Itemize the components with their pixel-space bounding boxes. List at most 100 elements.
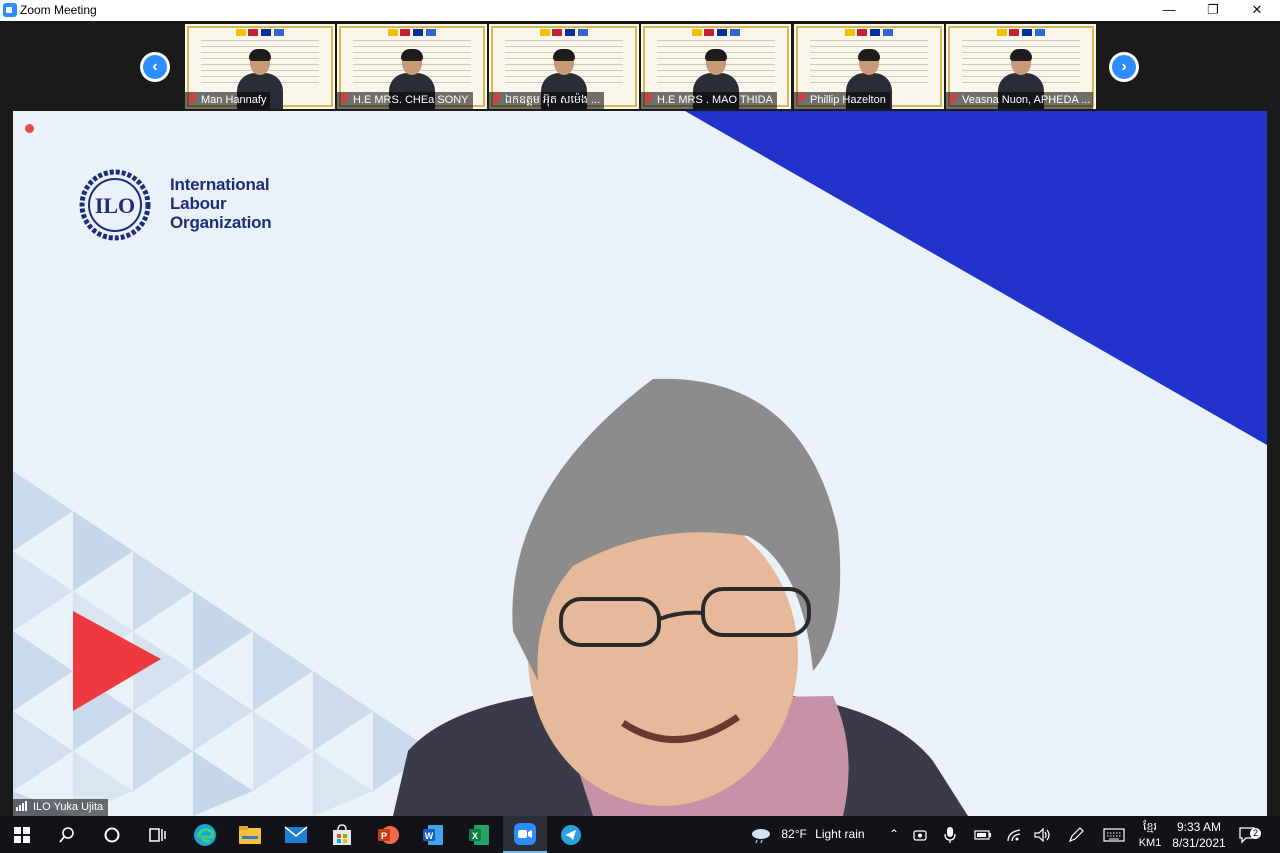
zoom-taskbar-button[interactable] [503, 816, 547, 853]
excel-button[interactable]: X [457, 816, 501, 853]
telegram-icon [561, 824, 581, 845]
participant-name-label: H.E MRS . MAO THIDA [641, 92, 777, 109]
volume-button[interactable] [1034, 816, 1054, 853]
participant-name-label: Man Hannafy [185, 92, 271, 109]
task-view-icon [149, 827, 166, 842]
file-explorer-icon [239, 825, 261, 844]
participant-name: Phillip Hazelton [810, 94, 886, 106]
camera-icon [913, 830, 927, 841]
keyboard-icon [1103, 828, 1125, 842]
battery-button[interactable] [974, 816, 996, 853]
battery-icon [974, 830, 991, 840]
close-button[interactable]: ✕ [1234, 0, 1280, 21]
mail-button[interactable] [274, 816, 318, 853]
signal-strength-icon [16, 801, 29, 811]
flags-icon [997, 29, 1045, 36]
speaker-name-label: ILO Yuka Ujita [13, 799, 109, 816]
participant-name: Veasna Nuon, APHEDA ... [962, 94, 1091, 106]
participant-tile[interactable]: Man Hannafy [185, 24, 335, 109]
flags-icon [236, 29, 284, 36]
cloud-rain-icon [752, 828, 770, 844]
participant-tile[interactable]: H.E MRS. CHEa SONY [337, 24, 487, 109]
search-button[interactable] [45, 816, 89, 853]
participant-name: Man Hannafy [201, 94, 267, 106]
clock-time: 9:33 AM [1176, 820, 1222, 834]
file-explorer-button[interactable] [228, 816, 272, 853]
participant-tile[interactable]: ឯកឧត្តម អ៊ុត សម៉េង ... [489, 24, 639, 109]
participant-name-label: ឯកឧត្តម អ៊ុត សម៉េង ... [489, 92, 605, 109]
flags-icon [388, 29, 436, 36]
mic-muted-icon [188, 93, 197, 104]
participant-name: ឯកឧត្តម អ៊ុត សម៉េង ... [505, 94, 601, 106]
chevron-up-icon: ⌃ [888, 827, 900, 841]
mic-muted-icon [492, 93, 501, 104]
microphone-button[interactable] [944, 816, 964, 853]
speaker-name: ILO Yuka Ujita [33, 801, 104, 813]
cortana-icon [104, 827, 120, 842]
participant-tile[interactable]: Phillip Hazelton [794, 24, 944, 109]
participant-name: H.E MRS. CHEa SONY [353, 94, 469, 106]
participant-name-label: H.E MRS. CHEa SONY [337, 92, 473, 109]
participant-tile[interactable]: H.E MRS . MAO THIDA [641, 24, 791, 109]
word-icon: W [423, 824, 443, 845]
clock[interactable]: 9:33 AM 8/31/2021 [1168, 819, 1230, 851]
previous-page-button[interactable]: ‹ [140, 52, 170, 82]
chevron-right-icon: › [1112, 55, 1136, 79]
window-title-bar: Zoom Meeting — ❐ ✕ [0, 0, 1280, 21]
zoom-icon [514, 822, 536, 845]
mail-icon [284, 825, 308, 843]
window-title: Zoom Meeting [20, 3, 97, 17]
weather-widget[interactable]: 82°F Light rain [750, 816, 865, 853]
mic-muted-icon [340, 93, 349, 104]
show-hidden-icons-button[interactable]: ⌃ [884, 816, 904, 853]
microphone-icon [944, 826, 956, 843]
store-icon [333, 823, 351, 845]
wifi-icon [1007, 829, 1021, 841]
next-page-button[interactable]: › [1109, 52, 1139, 82]
svg-text:W: W [425, 831, 434, 841]
powerpoint-icon: P [378, 825, 399, 844]
participant-name-label: Veasna Nuon, APHEDA ... [946, 92, 1093, 109]
participant-strip: ‹ Man Hannafy H.E MRS. CHEa SONY ឯកឧត្តម… [0, 21, 1280, 111]
excel-icon: X [469, 824, 489, 845]
mic-muted-icon [949, 93, 958, 104]
notification-count-badge: 2 [1250, 828, 1261, 839]
powerpoint-button[interactable]: P [366, 816, 410, 853]
notification-center-button[interactable]: 2 [1238, 816, 1264, 853]
mic-muted-icon [644, 93, 653, 104]
weather-condition: Light rain [815, 827, 865, 841]
windows-start-icon [14, 826, 30, 843]
cortana-button[interactable] [90, 816, 134, 853]
edge-button[interactable] [183, 816, 227, 853]
active-speaker-video[interactable]: Recording... ILO International Labour Or… [13, 111, 1267, 816]
pen-button[interactable] [1068, 816, 1088, 853]
touch-keyboard-button[interactable] [1103, 816, 1127, 853]
input-language-button[interactable]: ខ្មែរ KM1 [1136, 819, 1164, 851]
participant-name: H.E MRS . MAO THIDA [657, 94, 773, 106]
restore-button[interactable]: ❐ [1190, 0, 1236, 21]
zoom-app-icon [3, 3, 17, 17]
clock-date: 8/31/2021 [1172, 836, 1226, 850]
minimize-button[interactable]: — [1146, 0, 1192, 21]
participant-tile[interactable]: Veasna Nuon, APHEDA ... [946, 24, 1096, 109]
telegram-button[interactable] [549, 816, 593, 853]
participant-name-label: Phillip Hazelton [794, 92, 890, 109]
weather-temperature: 82°F [781, 827, 807, 841]
pen-icon [1068, 826, 1084, 842]
chevron-left-icon: ‹ [143, 55, 167, 79]
wifi-button[interactable] [1006, 816, 1026, 853]
speaker-volume-icon [1034, 827, 1050, 843]
task-view-button[interactable] [135, 816, 179, 853]
search-icon [59, 826, 74, 843]
language-code: KM1 [1138, 837, 1162, 849]
meet-now-button[interactable] [913, 816, 935, 853]
windows-start-button[interactable] [0, 816, 44, 853]
svg-text:X: X [472, 831, 478, 841]
store-button[interactable] [320, 816, 364, 853]
flags-icon [845, 29, 893, 36]
windows-taskbar: P W X 82°F Light rain ⌃ ខ្មែរ KM1 9:33 A… [0, 816, 1280, 853]
mic-muted-icon [797, 93, 806, 104]
language-script: ខ្មែរ [1143, 821, 1157, 833]
svg-text:P: P [381, 831, 387, 841]
word-button[interactable]: W [411, 816, 455, 853]
